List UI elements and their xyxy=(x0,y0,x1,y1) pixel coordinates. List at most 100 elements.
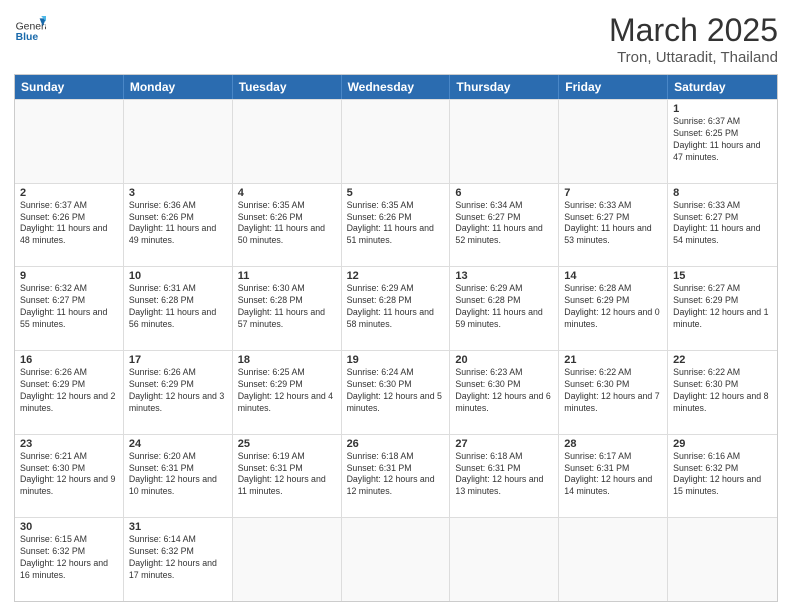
day-info: Sunrise: 6:26 AM Sunset: 6:29 PM Dayligh… xyxy=(20,367,118,415)
day-number: 16 xyxy=(20,354,118,366)
day-number: 18 xyxy=(238,354,336,366)
calendar-cell-2-2: 11Sunrise: 6:30 AM Sunset: 6:28 PM Dayli… xyxy=(233,267,342,350)
day-info: Sunrise: 6:35 AM Sunset: 6:26 PM Dayligh… xyxy=(238,200,336,248)
calendar-cell-0-5 xyxy=(559,100,668,183)
calendar-header: Sunday Monday Tuesday Wednesday Thursday… xyxy=(15,75,777,99)
day-number: 11 xyxy=(238,270,336,282)
calendar-cell-1-3: 5Sunrise: 6:35 AM Sunset: 6:26 PM Daylig… xyxy=(342,184,451,267)
day-number: 12 xyxy=(347,270,445,282)
day-number: 14 xyxy=(564,270,662,282)
day-info: Sunrise: 6:23 AM Sunset: 6:30 PM Dayligh… xyxy=(455,367,553,415)
day-info: Sunrise: 6:26 AM Sunset: 6:29 PM Dayligh… xyxy=(129,367,227,415)
calendar-cell-1-0: 2Sunrise: 6:37 AM Sunset: 6:26 PM Daylig… xyxy=(15,184,124,267)
calendar-cell-2-0: 9Sunrise: 6:32 AM Sunset: 6:27 PM Daylig… xyxy=(15,267,124,350)
month-title: March 2025 xyxy=(609,12,778,49)
day-info: Sunrise: 6:18 AM Sunset: 6:31 PM Dayligh… xyxy=(347,451,445,499)
svg-text:General: General xyxy=(16,22,46,33)
calendar-cell-4-4: 27Sunrise: 6:18 AM Sunset: 6:31 PM Dayli… xyxy=(450,435,559,518)
title-block: March 2025 Tron, Uttaradit, Thailand xyxy=(609,12,778,66)
day-info: Sunrise: 6:25 AM Sunset: 6:29 PM Dayligh… xyxy=(238,367,336,415)
day-number: 4 xyxy=(238,187,336,199)
calendar-cell-1-5: 7Sunrise: 6:33 AM Sunset: 6:27 PM Daylig… xyxy=(559,184,668,267)
day-info: Sunrise: 6:27 AM Sunset: 6:29 PM Dayligh… xyxy=(673,283,772,331)
calendar-cell-2-3: 12Sunrise: 6:29 AM Sunset: 6:28 PM Dayli… xyxy=(342,267,451,350)
day-info: Sunrise: 6:17 AM Sunset: 6:31 PM Dayligh… xyxy=(564,451,662,499)
day-number: 23 xyxy=(20,438,118,450)
svg-text:Blue: Blue xyxy=(16,32,39,43)
calendar-cell-4-1: 24Sunrise: 6:20 AM Sunset: 6:31 PM Dayli… xyxy=(124,435,233,518)
day-number: 10 xyxy=(129,270,227,282)
day-info: Sunrise: 6:24 AM Sunset: 6:30 PM Dayligh… xyxy=(347,367,445,415)
calendar-row-4: 23Sunrise: 6:21 AM Sunset: 6:30 PM Dayli… xyxy=(15,434,777,518)
day-number: 24 xyxy=(129,438,227,450)
calendar-cell-5-6 xyxy=(668,518,777,601)
header-monday: Monday xyxy=(124,75,233,99)
day-number: 7 xyxy=(564,187,662,199)
header-thursday: Thursday xyxy=(450,75,559,99)
calendar-cell-1-1: 3Sunrise: 6:36 AM Sunset: 6:26 PM Daylig… xyxy=(124,184,233,267)
calendar-cell-3-3: 19Sunrise: 6:24 AM Sunset: 6:30 PM Dayli… xyxy=(342,351,451,434)
calendar-cell-5-4 xyxy=(450,518,559,601)
calendar-row-1: 2Sunrise: 6:37 AM Sunset: 6:26 PM Daylig… xyxy=(15,183,777,267)
day-number: 6 xyxy=(455,187,553,199)
day-number: 8 xyxy=(673,187,772,199)
day-info: Sunrise: 6:36 AM Sunset: 6:26 PM Dayligh… xyxy=(129,200,227,248)
calendar-cell-3-0: 16Sunrise: 6:26 AM Sunset: 6:29 PM Dayli… xyxy=(15,351,124,434)
day-number: 17 xyxy=(129,354,227,366)
calendar-cell-5-2 xyxy=(233,518,342,601)
day-info: Sunrise: 6:16 AM Sunset: 6:32 PM Dayligh… xyxy=(673,451,772,499)
calendar-cell-3-6: 22Sunrise: 6:22 AM Sunset: 6:30 PM Dayli… xyxy=(668,351,777,434)
day-info: Sunrise: 6:21 AM Sunset: 6:30 PM Dayligh… xyxy=(20,451,118,499)
day-info: Sunrise: 6:37 AM Sunset: 6:26 PM Dayligh… xyxy=(20,200,118,248)
calendar-cell-2-5: 14Sunrise: 6:28 AM Sunset: 6:29 PM Dayli… xyxy=(559,267,668,350)
calendar-row-3: 16Sunrise: 6:26 AM Sunset: 6:29 PM Dayli… xyxy=(15,350,777,434)
day-number: 3 xyxy=(129,187,227,199)
day-number: 9 xyxy=(20,270,118,282)
calendar-cell-3-1: 17Sunrise: 6:26 AM Sunset: 6:29 PM Dayli… xyxy=(124,351,233,434)
day-number: 20 xyxy=(455,354,553,366)
header-friday: Friday xyxy=(559,75,668,99)
calendar-row-5: 30Sunrise: 6:15 AM Sunset: 6:32 PM Dayli… xyxy=(15,517,777,601)
day-number: 28 xyxy=(564,438,662,450)
day-info: Sunrise: 6:37 AM Sunset: 6:25 PM Dayligh… xyxy=(673,116,772,164)
header-wednesday: Wednesday xyxy=(342,75,451,99)
day-info: Sunrise: 6:15 AM Sunset: 6:32 PM Dayligh… xyxy=(20,534,118,582)
calendar-cell-4-6: 29Sunrise: 6:16 AM Sunset: 6:32 PM Dayli… xyxy=(668,435,777,518)
day-number: 2 xyxy=(20,187,118,199)
calendar-cell-5-0: 30Sunrise: 6:15 AM Sunset: 6:32 PM Dayli… xyxy=(15,518,124,601)
calendar-cell-0-2 xyxy=(233,100,342,183)
day-info: Sunrise: 6:28 AM Sunset: 6:29 PM Dayligh… xyxy=(564,283,662,331)
day-info: Sunrise: 6:32 AM Sunset: 6:27 PM Dayligh… xyxy=(20,283,118,331)
calendar-cell-0-6: 1Sunrise: 6:37 AM Sunset: 6:25 PM Daylig… xyxy=(668,100,777,183)
day-info: Sunrise: 6:19 AM Sunset: 6:31 PM Dayligh… xyxy=(238,451,336,499)
calendar-cell-0-4 xyxy=(450,100,559,183)
calendar-cell-3-5: 21Sunrise: 6:22 AM Sunset: 6:30 PM Dayli… xyxy=(559,351,668,434)
calendar-cell-2-4: 13Sunrise: 6:29 AM Sunset: 6:28 PM Dayli… xyxy=(450,267,559,350)
day-info: Sunrise: 6:33 AM Sunset: 6:27 PM Dayligh… xyxy=(564,200,662,248)
day-number: 13 xyxy=(455,270,553,282)
calendar-cell-1-6: 8Sunrise: 6:33 AM Sunset: 6:27 PM Daylig… xyxy=(668,184,777,267)
calendar-row-2: 9Sunrise: 6:32 AM Sunset: 6:27 PM Daylig… xyxy=(15,266,777,350)
generalblue-logo-icon: General Blue xyxy=(14,12,46,44)
day-info: Sunrise: 6:29 AM Sunset: 6:28 PM Dayligh… xyxy=(455,283,553,331)
calendar-cell-5-3 xyxy=(342,518,451,601)
day-info: Sunrise: 6:31 AM Sunset: 6:28 PM Dayligh… xyxy=(129,283,227,331)
day-number: 1 xyxy=(673,103,772,115)
calendar-cell-1-2: 4Sunrise: 6:35 AM Sunset: 6:26 PM Daylig… xyxy=(233,184,342,267)
logo: General Blue xyxy=(14,12,46,44)
day-info: Sunrise: 6:30 AM Sunset: 6:28 PM Dayligh… xyxy=(238,283,336,331)
header-saturday: Saturday xyxy=(668,75,777,99)
day-info: Sunrise: 6:18 AM Sunset: 6:31 PM Dayligh… xyxy=(455,451,553,499)
day-number: 31 xyxy=(129,521,227,533)
page: General Blue March 2025 Tron, Uttaradit,… xyxy=(0,0,792,612)
calendar-cell-3-2: 18Sunrise: 6:25 AM Sunset: 6:29 PM Dayli… xyxy=(233,351,342,434)
calendar-cell-2-1: 10Sunrise: 6:31 AM Sunset: 6:28 PM Dayli… xyxy=(124,267,233,350)
day-number: 30 xyxy=(20,521,118,533)
day-info: Sunrise: 6:34 AM Sunset: 6:27 PM Dayligh… xyxy=(455,200,553,248)
day-info: Sunrise: 6:20 AM Sunset: 6:31 PM Dayligh… xyxy=(129,451,227,499)
header-sunday: Sunday xyxy=(15,75,124,99)
day-number: 25 xyxy=(238,438,336,450)
day-info: Sunrise: 6:22 AM Sunset: 6:30 PM Dayligh… xyxy=(673,367,772,415)
calendar-cell-4-5: 28Sunrise: 6:17 AM Sunset: 6:31 PM Dayli… xyxy=(559,435,668,518)
day-number: 19 xyxy=(347,354,445,366)
